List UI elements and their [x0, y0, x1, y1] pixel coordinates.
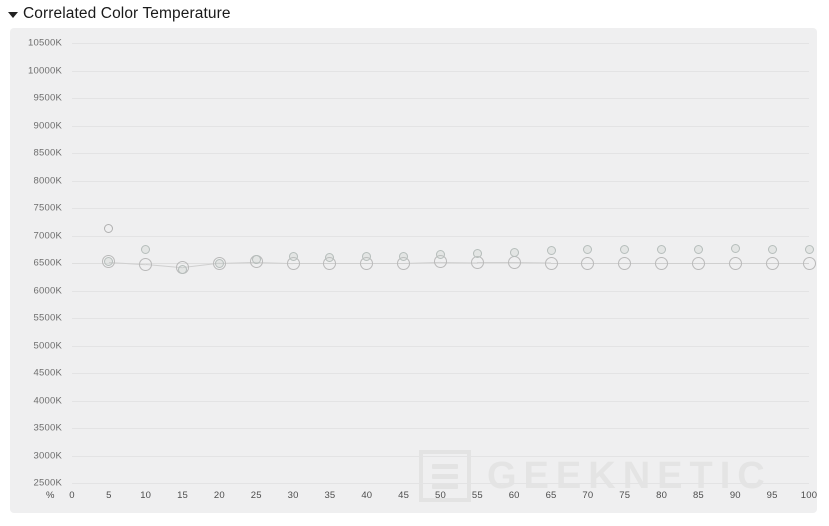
- x-axis-tick-label: 50: [435, 490, 446, 501]
- logo-bar: [432, 473, 458, 479]
- y-axis-tick-label: 4500K: [33, 367, 62, 379]
- data-point[interactable]: [472, 248, 482, 258]
- y-gridline: [72, 180, 809, 182]
- x-axis-tick-label: 75: [619, 490, 631, 501]
- data-point[interactable]: [620, 245, 630, 255]
- data-point[interactable]: [728, 256, 742, 270]
- y-axis-tick-label: 7500K: [33, 202, 62, 214]
- x-axis-tick-label: 40: [361, 490, 373, 501]
- data-point[interactable]: [657, 244, 667, 254]
- data-point[interactable]: [470, 255, 484, 269]
- y-axis-tick-label: 10000K: [28, 65, 62, 76]
- y-gridline: [72, 400, 809, 402]
- x-axis-tick-label: 65: [545, 490, 557, 501]
- x-axis-tick-label: 35: [324, 490, 336, 501]
- y-gridline: [72, 483, 809, 484]
- y-gridline: [72, 345, 809, 347]
- y-gridline: [72, 373, 809, 374]
- y-axis-tick-label: 8000K: [33, 175, 62, 186]
- x-axis-tick-label: 80: [656, 490, 668, 501]
- y-gridline: [72, 235, 809, 237]
- y-axis-tick-label: 10500K: [28, 37, 62, 49]
- y-gridline: [72, 70, 809, 72]
- x-axis-tick-label: 45: [398, 490, 410, 501]
- y-axis-tick-label: 6000K: [33, 285, 62, 296]
- data-point[interactable]: [693, 244, 703, 254]
- chart-screen: Correlated Color Temperature GEEKNETIC 1…: [0, 0, 829, 526]
- x-axis-tick-label: 25: [250, 490, 262, 501]
- data-point[interactable]: [399, 251, 409, 261]
- x-axis-unit-label: %: [46, 490, 55, 501]
- x-axis-tick-label: 15: [177, 490, 189, 501]
- logo-bar: [432, 463, 458, 469]
- y-axis-tick-label: 3000K: [33, 450, 62, 461]
- data-point[interactable]: [691, 256, 705, 270]
- data-point[interactable]: [804, 244, 814, 254]
- data-point[interactable]: [436, 249, 445, 259]
- y-axis-tick-label: 8500K: [33, 147, 62, 159]
- data-point[interactable]: [141, 244, 151, 254]
- data-point[interactable]: [730, 244, 740, 254]
- data-point[interactable]: [546, 246, 556, 256]
- data-point[interactable]: [139, 257, 153, 271]
- y-gridline: [72, 428, 809, 429]
- y-gridline: [72, 43, 809, 44]
- y-axis-tick-label: 5500K: [33, 312, 62, 324]
- y-axis-tick-label: 7000K: [33, 230, 62, 241]
- y-axis-tick-label: 5000K: [33, 340, 62, 351]
- y-gridline: [72, 455, 809, 457]
- x-axis-tick-label: 0: [69, 490, 75, 501]
- x-axis-tick-label: 30: [287, 490, 299, 501]
- data-point[interactable]: [802, 256, 816, 270]
- x-axis-tick-label: 90: [729, 490, 741, 501]
- y-gridline: [72, 208, 809, 209]
- y-gridline: [72, 98, 809, 99]
- y-axis-tick-label: 9000K: [33, 120, 62, 131]
- data-point[interactable]: [765, 256, 779, 270]
- data-point[interactable]: [251, 255, 261, 265]
- chart-header: Correlated Color Temperature: [8, 2, 231, 26]
- x-axis-tick-label: 70: [582, 490, 594, 501]
- y-axis-tick-label: 6500K: [33, 257, 62, 269]
- x-axis-tick-label: 95: [766, 490, 778, 501]
- data-point[interactable]: [544, 256, 558, 270]
- data-point[interactable]: [655, 256, 669, 270]
- y-gridline: [72, 290, 809, 292]
- x-axis-tick-label: 85: [692, 490, 704, 501]
- y-gridline: [72, 153, 809, 154]
- x-axis-tick-label: 10: [140, 490, 152, 501]
- x-axis-tick-label: 55: [471, 490, 483, 501]
- y-gridline: [72, 125, 809, 127]
- y-axis-tick-label: 3500K: [33, 422, 62, 434]
- x-axis-tick-label: 5: [106, 490, 112, 501]
- plot-area: GEEKNETIC 10500K 10000K 9500K 9000K 8500K 800…: [10, 28, 817, 513]
- data-point[interactable]: [583, 245, 593, 255]
- data-point[interactable]: [104, 224, 114, 234]
- x-axis-tick-label: 60: [508, 490, 520, 501]
- data-point[interactable]: [618, 256, 632, 270]
- data-point[interactable]: [581, 256, 595, 270]
- y-axis-tick-label: 9500K: [33, 92, 62, 104]
- data-point[interactable]: [288, 251, 298, 261]
- x-axis-tick-label: 20: [213, 490, 225, 501]
- chart-panel: GEEKNETIC 10500K 10000K 9500K 9000K 8500K 800…: [10, 28, 817, 513]
- triangle-down-icon[interactable]: [8, 12, 18, 18]
- logo-bar: [432, 483, 458, 489]
- page-title: Correlated Color Temperature: [23, 5, 231, 22]
- data-point[interactable]: [214, 258, 224, 268]
- x-axis-tick-label: 100: [800, 490, 817, 501]
- data-point[interactable]: [507, 255, 521, 269]
- data-point[interactable]: [509, 247, 519, 257]
- y-axis-tick-label: 4000K: [33, 395, 62, 406]
- data-point[interactable]: [767, 245, 777, 255]
- y-axis-tick-label: 2500K: [33, 477, 62, 489]
- y-gridline: [72, 318, 809, 319]
